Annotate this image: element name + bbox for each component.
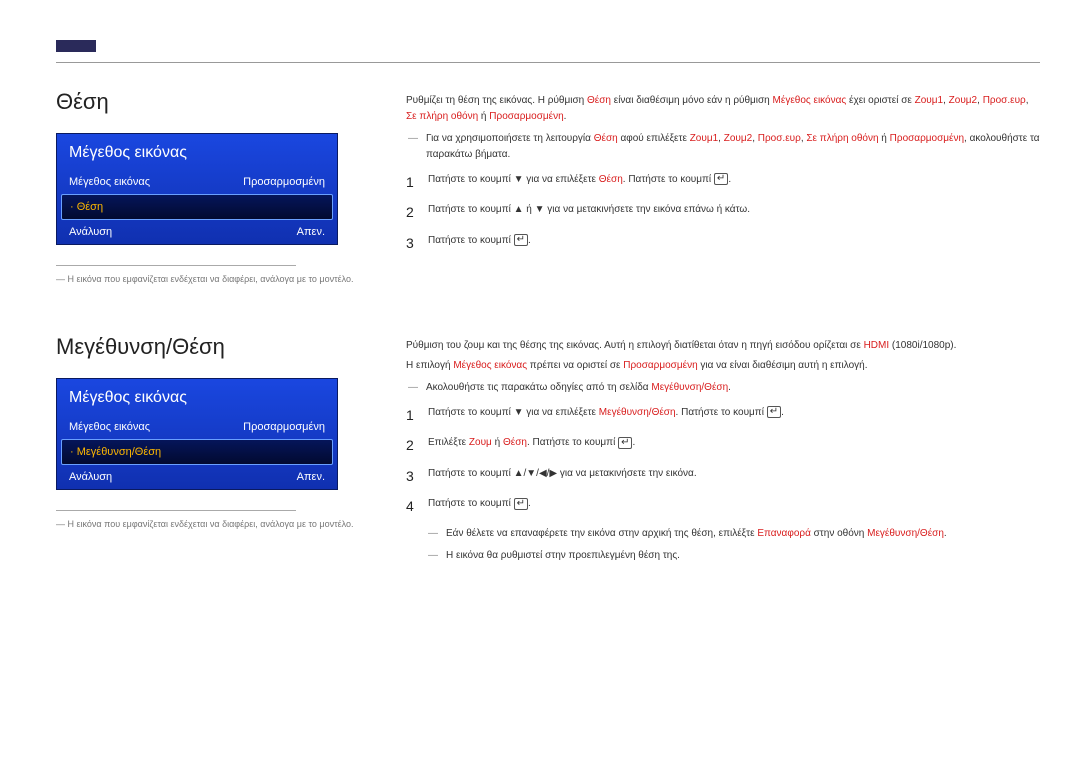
menu-box-1: Μέγεθος εικόνας Μέγεθος εικόνας Προσαρμο… <box>56 133 338 245</box>
enter-icon: ↵ <box>618 437 632 449</box>
left-column: Θέση Μέγεθος εικόνας Μέγεθος εικόνας Προ… <box>56 89 356 284</box>
menu-row-size[interactable]: Μέγεθος εικόνας Προσαρμοσμένη <box>57 415 337 439</box>
step-3: 3 Πατήστε το κουμπί ↵. <box>406 232 1040 254</box>
step-number: 2 <box>406 434 428 456</box>
menu-label: Μέγεθος εικόνας <box>69 176 150 188</box>
menu-label: Ανάλυση <box>69 471 112 483</box>
step-number: 3 <box>406 465 428 487</box>
divider <box>56 265 296 266</box>
step-2: 2 Επιλέξτε Ζουμ ή Θέση. Πατήστε το κουμπ… <box>406 434 1040 456</box>
menu-title-2: Μέγεθος εικόνας <box>57 379 337 415</box>
header-rule <box>56 62 1040 63</box>
divider <box>56 510 296 511</box>
step-text: Πατήστε το κουμπί ↵. <box>428 495 1040 517</box>
menu-value: Απεν. <box>297 226 325 238</box>
step-text: Πατήστε το κουμπί ↵. <box>428 232 1040 254</box>
step-number: 2 <box>406 201 428 223</box>
right-column: Ρυθμίζει τη θέση της εικόνας. Η ρύθμιση … <box>406 89 1040 284</box>
heading-position: Θέση <box>56 89 356 115</box>
menu-row-resolution[interactable]: Ανάλυση Απεν. <box>57 465 337 489</box>
menu-title-1: Μέγεθος εικόνας <box>57 134 337 170</box>
enter-icon: ↵ <box>767 406 781 418</box>
paragraph: Ρυθμίζει τη θέση της εικόνας. Η ρύθμιση … <box>406 93 1040 125</box>
sub-note: Εάν θέλετε να επαναφέρετε την εικόνα στη… <box>446 526 1040 542</box>
step-number: 1 <box>406 171 428 193</box>
menu-row-resolution[interactable]: Ανάλυση Απεν. <box>57 220 337 244</box>
step-text: Πατήστε το κουμπί ▲/▼/◀/▶ για να μετακιν… <box>428 465 1040 487</box>
heading-zoom-position: Μεγέθυνση/Θέση <box>56 334 356 360</box>
left-column: Μεγέθυνση/Θέση Μέγεθος εικόνας Μέγεθος ε… <box>56 334 356 570</box>
menu-row-position-selected[interactable]: · Θέση <box>61 194 333 220</box>
menu-label: Μέγεθος εικόνας <box>69 421 150 433</box>
header-mark <box>56 40 96 52</box>
step-2: 2 Πατήστε το κουμπί ▲ ή ▼ για να μετακιν… <box>406 201 1040 223</box>
step-number: 4 <box>406 495 428 517</box>
menu-label: · Θέση <box>70 201 103 213</box>
menu-value: Προσαρμοσμένη <box>243 421 325 433</box>
menu-box-2: Μέγεθος εικόνας Μέγεθος εικόνας Προσαρμο… <box>56 378 338 490</box>
step-text: Επιλέξτε Ζουμ ή Θέση. Πατήστε το κουμπί … <box>428 434 1040 456</box>
menu-label: · Μεγέθυνση/Θέση <box>70 446 161 458</box>
step-text: Πατήστε το κουμπί ▼ για να επιλέξετε Μεγ… <box>428 404 1040 426</box>
disclaimer-text: ― Η εικόνα που εμφανίζεται ενδέχεται να … <box>56 274 356 284</box>
section-zoom-position: Μεγέθυνση/Θέση Μέγεθος εικόνας Μέγεθος ε… <box>56 334 1040 570</box>
step-text: Πατήστε το κουμπί ▼ για να επιλέξετε Θέσ… <box>428 171 1040 193</box>
step-number: 3 <box>406 232 428 254</box>
disclaimer-text: ― Η εικόνα που εμφανίζεται ενδέχεται να … <box>56 519 356 529</box>
section-position: Θέση Μέγεθος εικόνας Μέγεθος εικόνας Προ… <box>56 89 1040 284</box>
menu-row-zoom-position-selected[interactable]: · Μεγέθυνση/Θέση <box>61 439 333 465</box>
menu-row-size[interactable]: Μέγεθος εικόνας Προσαρμοσμένη <box>57 170 337 194</box>
menu-value: Προσαρμοσμένη <box>243 176 325 188</box>
step-1: 1 Πατήστε το κουμπί ▼ για να επιλέξετε Θ… <box>406 171 1040 193</box>
paragraph: Η επιλογή Μέγεθος εικόνας πρέπει να ορισ… <box>406 358 1040 374</box>
sub-note: Ακολουθήστε τις παρακάτω οδηγίες από τη … <box>426 380 1040 396</box>
sub-note: Για να χρησιμοποιήσετε τη λειτουργία Θέσ… <box>426 131 1040 163</box>
enter-icon: ↵ <box>514 234 528 246</box>
page: Θέση Μέγεθος εικόνας Μέγεθος εικόνας Προ… <box>0 0 1080 660</box>
right-column: Ρύθμιση του ζουμ και της θέσης της εικόν… <box>406 334 1040 570</box>
step-text: Πατήστε το κουμπί ▲ ή ▼ για να μετακινήσ… <box>428 201 1040 223</box>
step-1: 1 Πατήστε το κουμπί ▼ για να επιλέξετε Μ… <box>406 404 1040 426</box>
paragraph: Ρύθμιση του ζουμ και της θέσης της εικόν… <box>406 338 1040 354</box>
step-3: 3 Πατήστε το κουμπί ▲/▼/◀/▶ για να μετακ… <box>406 465 1040 487</box>
menu-value: Απεν. <box>297 471 325 483</box>
menu-label: Ανάλυση <box>69 226 112 238</box>
step-number: 1 <box>406 404 428 426</box>
sub-note: Η εικόνα θα ρυθμιστεί στην προεπιλεγμένη… <box>446 548 1040 564</box>
enter-icon: ↵ <box>514 498 528 510</box>
enter-icon: ↵ <box>714 173 728 185</box>
step-4: 4 Πατήστε το κουμπί ↵. <box>406 495 1040 517</box>
